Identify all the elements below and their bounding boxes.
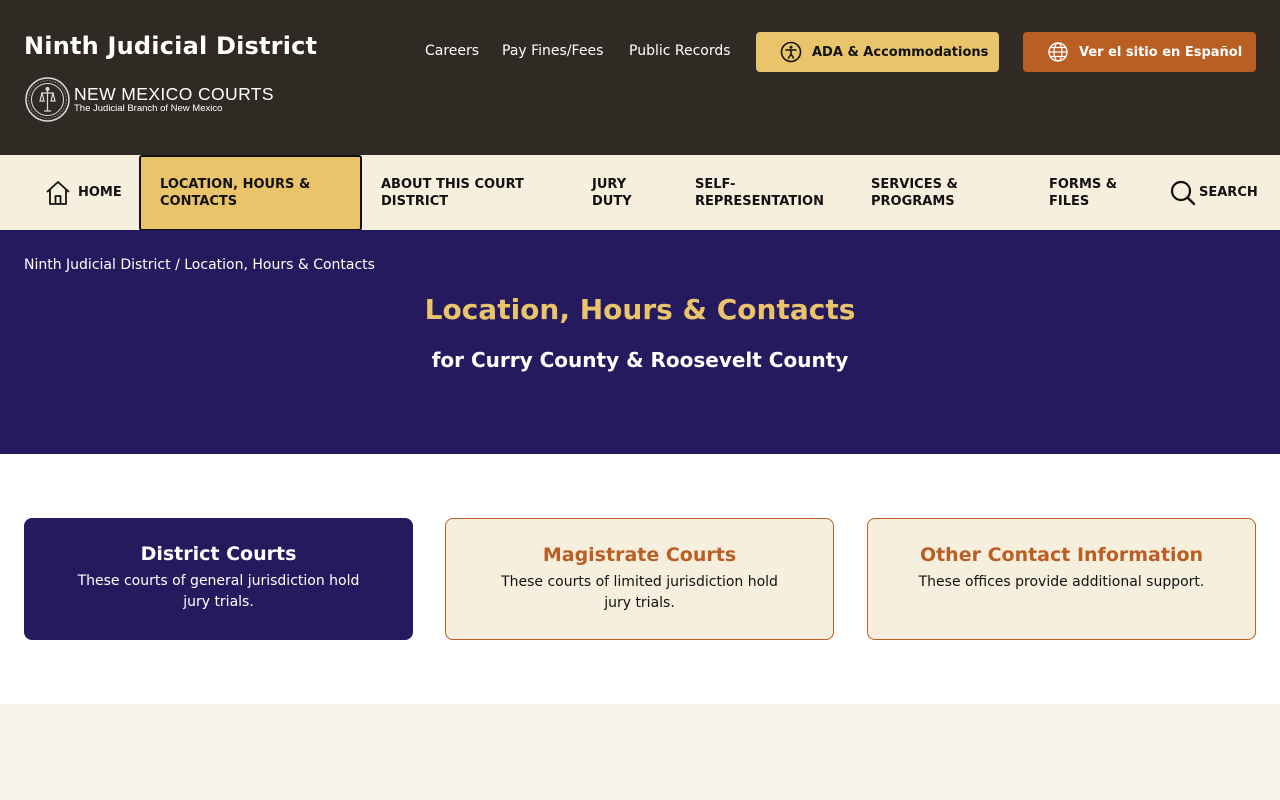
court-seal-icon [25, 77, 70, 122]
spanish-button-label: Ver el sitio en Español [1079, 44, 1243, 60]
careers-link[interactable]: Careers [425, 43, 479, 59]
page-title: Location, Hours & Contacts [424, 293, 856, 326]
nav-search[interactable]: SEARCH [1170, 155, 1258, 230]
search-icon [1170, 180, 1196, 205]
site-title[interactable]: Ninth Judicial District [24, 32, 317, 60]
card-description: These offices provide additional support… [918, 574, 1205, 590]
page-hero: Ninth Judicial District / Location, Hour… [0, 230, 1280, 454]
home-icon [46, 180, 70, 205]
nav-home-label: HOME [78, 185, 122, 200]
spanish-site-button[interactable]: Ver el sitio en Español [1023, 32, 1256, 72]
card-description: These courts of general jurisdiction hol… [77, 573, 360, 610]
nav-jury-duty[interactable]: JURY DUTY [592, 155, 647, 230]
nm-courts-logo[interactable]: NEW MEXICO COURTS The Judicial Branch of… [24, 77, 274, 122]
nav-location-label: LOCATION, HOURS & CONTACTS [160, 177, 311, 209]
card-title: Other Contact Information [919, 544, 1204, 566]
nav-forms-files[interactable]: FORMS & FILES [1049, 155, 1129, 230]
nav-location-hours-contacts[interactable]: LOCATION, HOURS & CONTACTS [139, 155, 362, 231]
card-title: Magistrate Courts [542, 544, 737, 566]
ada-accommodations-button[interactable]: ADA & Accommodations [756, 32, 999, 72]
nav-services-label: SERVICES & PROGRAMS [871, 176, 958, 209]
card-title: District Courts [140, 543, 297, 565]
page-subtitle: for Curry County & Roosevelt County [431, 348, 849, 372]
card-district-courts[interactable]: District Courts These courts of general … [24, 518, 413, 640]
nav-services-programs[interactable]: SERVICES & PROGRAMS [871, 155, 981, 230]
breadcrumb-separator: / [175, 257, 180, 273]
nav-home[interactable]: HOME [44, 155, 122, 230]
nav-about-court-district[interactable]: ABOUT THIS COURT DISTRICT [381, 155, 551, 230]
main-nav: HOME LOCATION, HOURS & CONTACTS ABOUT TH… [0, 155, 1280, 231]
breadcrumb-current: Location, Hours & Contacts [184, 257, 375, 273]
nav-search-label: SEARCH [1199, 185, 1258, 200]
logo-main-text: NEW MEXICO COURTS [74, 84, 274, 104]
card-description: These courts of limited jurisdiction hol… [501, 574, 778, 611]
ada-button-label: ADA & Accommodations [812, 44, 989, 60]
page-footer-area [0, 704, 1280, 800]
nav-self-rep-label: SELF-REPRESENTATION [695, 176, 824, 209]
accessibility-icon [780, 41, 802, 63]
card-magistrate-courts[interactable]: Magistrate Courts These courts of limite… [445, 518, 834, 640]
breadcrumb: Ninth Judicial District / Location, Hour… [24, 257, 375, 273]
logo-sub-text: The Judicial Branch of New Mexico [74, 103, 223, 114]
public-records-link[interactable]: Public Records [629, 43, 731, 59]
card-other-contact-info[interactable]: Other Contact Information These offices … [867, 518, 1256, 640]
site-header: Ninth Judicial District NEW MEXICO COURT… [0, 0, 1280, 155]
globe-icon [1048, 42, 1068, 62]
nav-about-label: ABOUT THIS COURT DISTRICT [381, 176, 524, 209]
pay-fines-link[interactable]: Pay Fines/Fees [502, 43, 603, 59]
nav-jury-label: JURY DUTY [592, 176, 632, 209]
court-type-cards: District Courts These courts of general … [0, 454, 1280, 704]
nav-forms-label: FORMS & FILES [1049, 176, 1118, 209]
nav-self-representation[interactable]: SELF-REPRESENTATION [695, 155, 830, 230]
breadcrumb-home-link[interactable]: Ninth Judicial District [24, 257, 171, 273]
